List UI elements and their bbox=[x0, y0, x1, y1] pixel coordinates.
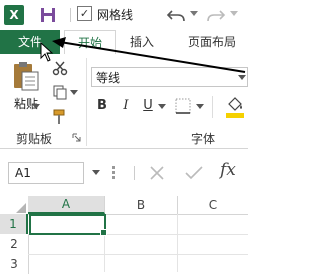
name-box-dropdown-icon[interactable] bbox=[92, 170, 100, 176]
gridline bbox=[28, 254, 248, 255]
redo-icon[interactable] bbox=[204, 6, 226, 24]
redo-dropdown-icon[interactable] bbox=[230, 11, 238, 17]
gridlines-checkbox[interactable]: ✓ bbox=[77, 6, 92, 21]
row-header-3[interactable]: 3 bbox=[0, 254, 29, 274]
row-header-1[interactable]: 1 bbox=[0, 214, 28, 234]
excel-icon: X bbox=[4, 5, 24, 25]
column-header-c[interactable]: C bbox=[178, 196, 248, 214]
cancel-icon[interactable] bbox=[148, 164, 166, 182]
column-header-b[interactable]: B bbox=[105, 196, 178, 214]
bold-button[interactable]: B bbox=[94, 98, 110, 114]
select-all-icon[interactable] bbox=[16, 203, 26, 213]
enter-icon[interactable] bbox=[184, 164, 204, 182]
insert-function-icon[interactable]: fx bbox=[220, 160, 236, 180]
paste-dropdown-icon[interactable] bbox=[32, 104, 40, 110]
borders-icon[interactable] bbox=[174, 97, 192, 115]
gridline bbox=[177, 214, 178, 272]
active-cell-a1[interactable] bbox=[29, 214, 106, 235]
annotation-arrow bbox=[52, 37, 246, 73]
save-icon[interactable] bbox=[38, 5, 58, 25]
mouse-cursor-icon bbox=[40, 42, 54, 62]
gridlines-label: 网格线 bbox=[97, 8, 134, 22]
underline-dropdown-icon[interactable] bbox=[158, 104, 166, 110]
clipboard-launcher-icon[interactable] bbox=[72, 133, 81, 142]
format-separator bbox=[212, 96, 213, 118]
format-painter-icon[interactable] bbox=[52, 108, 70, 126]
column-header-a[interactable]: A bbox=[28, 196, 105, 214]
fill-handle[interactable] bbox=[100, 229, 107, 236]
italic-button[interactable]: I bbox=[118, 98, 134, 114]
formula-bar-grip[interactable] bbox=[112, 166, 115, 180]
name-box[interactable]: A1 bbox=[8, 162, 84, 184]
clipboard-group-label: 剪贴板 bbox=[16, 132, 53, 146]
font-group-label: 字体 bbox=[191, 132, 216, 146]
borders-dropdown-icon[interactable] bbox=[196, 104, 204, 110]
title-bar: X ✓ 网格线 bbox=[0, 0, 248, 31]
copy-dropdown-icon[interactable] bbox=[70, 90, 78, 96]
fill-color-icon[interactable] bbox=[224, 94, 246, 120]
copy-icon[interactable] bbox=[52, 84, 68, 100]
toolbar-separator bbox=[70, 8, 71, 22]
paste-icon[interactable] bbox=[12, 60, 40, 92]
undo-dropdown-icon[interactable] bbox=[190, 11, 198, 17]
row-header-2[interactable]: 2 bbox=[0, 234, 29, 254]
formula-bar-separator bbox=[134, 166, 135, 180]
underline-button[interactable]: U bbox=[140, 98, 156, 114]
undo-icon[interactable] bbox=[166, 6, 188, 24]
